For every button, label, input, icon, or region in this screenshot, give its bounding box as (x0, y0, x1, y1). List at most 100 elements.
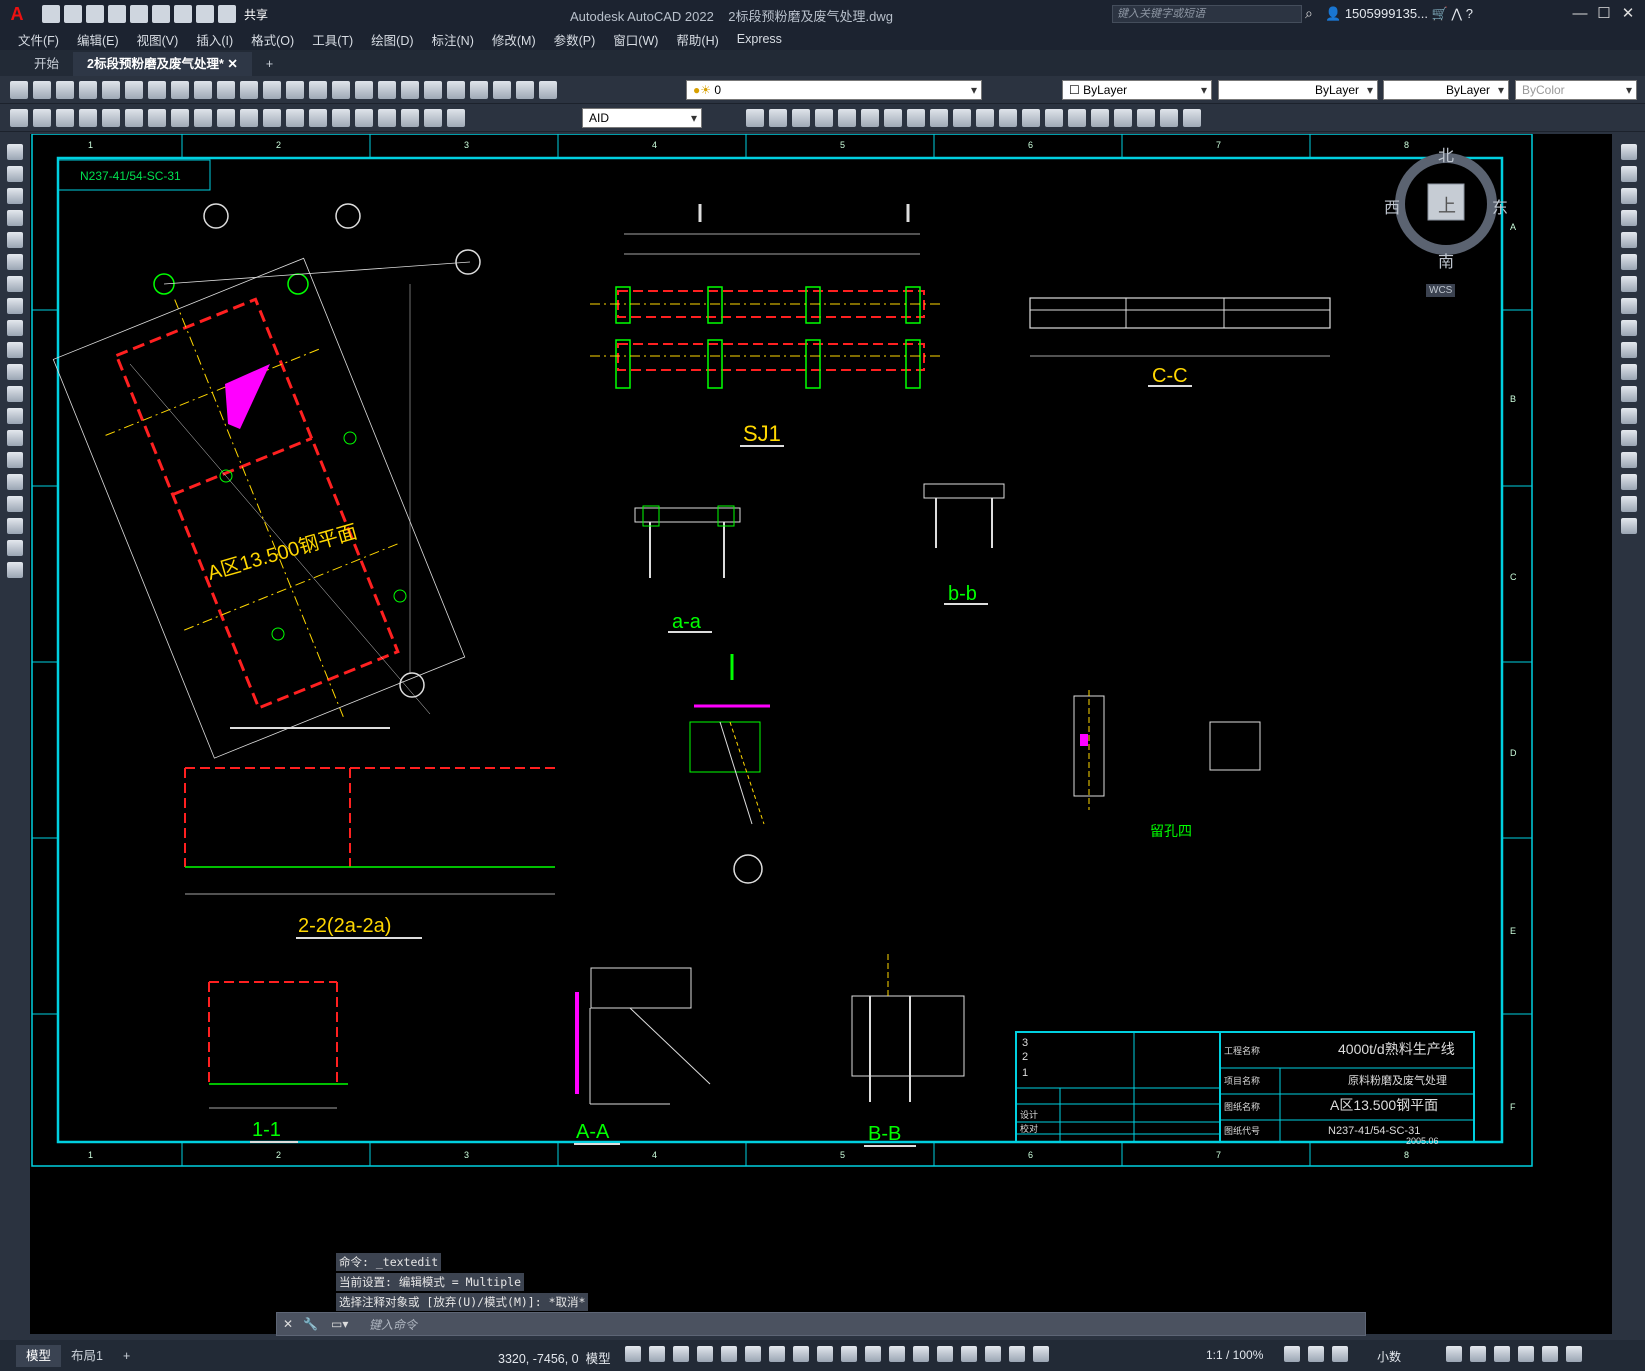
save-as-icon[interactable] (108, 5, 126, 23)
close-cmd-icon[interactable]: ✕ (283, 1317, 293, 1331)
dim-break-icon[interactable] (286, 108, 304, 127)
add-selected-icon[interactable] (7, 562, 23, 578)
undo-icon[interactable] (240, 80, 258, 99)
menu-dimension[interactable]: 标注(N) (432, 30, 474, 49)
dim-text-edit-icon[interactable] (424, 108, 442, 127)
move-icon[interactable] (861, 108, 879, 127)
gradient-icon[interactable] (7, 474, 23, 490)
selection-cycle-icon[interactable] (865, 1346, 881, 1362)
isodraft-icon[interactable] (745, 1346, 761, 1362)
snap-icon[interactable] (649, 1346, 665, 1362)
region-icon[interactable] (7, 496, 23, 512)
fillet-icon[interactable] (1620, 474, 1637, 490)
space-mode[interactable]: 模型 (586, 1352, 611, 1366)
autocad-logo-icon[interactable]: A (6, 3, 28, 25)
center-mark-icon[interactable] (332, 108, 350, 127)
paste-icon[interactable] (194, 80, 212, 99)
layer-dropdown[interactable]: ●☀ 0 (686, 80, 982, 100)
menu-edit[interactable]: 编辑(E) (77, 30, 119, 49)
revcloud-icon[interactable] (7, 298, 23, 314)
menu-parameter[interactable]: 参数(P) (554, 30, 596, 49)
arc-icon[interactable] (7, 254, 23, 270)
annotation-scale[interactable]: 1:1 / 100% (1206, 1348, 1263, 1362)
spline-icon[interactable] (7, 320, 23, 336)
stretch-icon[interactable] (930, 108, 948, 127)
jogged-dim-icon[interactable] (125, 108, 143, 127)
preview-icon[interactable] (102, 80, 120, 99)
text-style-dropdown[interactable]: AID (582, 108, 702, 128)
attdef-icon[interactable] (1160, 108, 1178, 127)
clean-screen-icon[interactable] (1542, 1346, 1558, 1362)
dynamic-ucs-icon[interactable] (913, 1346, 929, 1362)
menu-express[interactable]: Express (737, 32, 782, 46)
break-point-icon[interactable] (1620, 386, 1637, 402)
command-line[interactable]: ✕ 🔧 ▭▾ 键入命令 (276, 1312, 1366, 1336)
lineweight-icon[interactable] (817, 1346, 833, 1362)
menu-insert[interactable]: 插入(I) (196, 30, 233, 49)
save-icon[interactable] (56, 80, 74, 99)
insert-block-icon[interactable] (7, 386, 23, 402)
close-tab-icon[interactable]: ✕ (227, 57, 237, 71)
annotation-monitor-icon[interactable] (1332, 1346, 1348, 1362)
compass-west[interactable]: 西 (1384, 194, 1400, 218)
osnap-icon[interactable] (793, 1346, 809, 1362)
open-web-icon[interactable] (130, 5, 148, 23)
add-layout-button[interactable]: + (113, 1345, 140, 1367)
rotate-icon[interactable] (884, 108, 902, 127)
diameter-dim-icon[interactable] (148, 108, 166, 127)
customize-icon[interactable] (1566, 1346, 1582, 1362)
viewcube[interactable]: 北 南 东 西 上 WCS (1384, 144, 1508, 297)
copy-icon[interactable] (171, 80, 189, 99)
close-icon[interactable]: ✕ (1618, 4, 1638, 24)
new-tab-button[interactable]: + (252, 52, 287, 76)
scale-icon[interactable] (1620, 298, 1637, 314)
autodesk-icon[interactable]: ⋀ (1451, 6, 1462, 21)
maximize-icon[interactable]: ☐ (1594, 4, 1614, 24)
menu-help[interactable]: 帮助(H) (676, 30, 718, 49)
trim-icon[interactable] (953, 108, 971, 127)
save-web-icon[interactable] (152, 5, 170, 23)
mtext-icon[interactable] (7, 540, 23, 556)
transparency-icon[interactable] (841, 1346, 857, 1362)
tab-document[interactable]: 2标段预粉磨及废气处理* ✕ (73, 52, 252, 76)
jogged-linear-icon[interactable] (378, 108, 396, 127)
erase-icon[interactable] (746, 108, 764, 127)
plotstyle-dropdown[interactable]: ByColor (1515, 80, 1637, 100)
otrack-icon[interactable] (769, 1346, 785, 1362)
pan-icon[interactable] (286, 80, 304, 99)
scale-icon[interactable] (907, 108, 925, 127)
help-icon[interactable]: ? (1466, 6, 1473, 21)
match-prop-icon[interactable] (217, 80, 235, 99)
share-button[interactable]: 共享 (244, 6, 268, 23)
selection-filter-icon[interactable] (937, 1346, 953, 1362)
break-icon[interactable] (1620, 408, 1637, 424)
layer-props-icon[interactable] (539, 80, 557, 99)
insert-icon[interactable] (1137, 108, 1155, 127)
break-icon[interactable] (999, 108, 1017, 127)
line-icon[interactable] (7, 144, 23, 160)
drawing-canvas[interactable]: 1 2 3 4 5 6 7 8 1 2 3 4 5 6 7 8 A B C D (30, 134, 1612, 1334)
arc-dim-icon[interactable] (56, 108, 74, 127)
menu-modify[interactable]: 修改(M) (492, 30, 536, 49)
open-icon[interactable] (64, 5, 82, 23)
menu-view[interactable]: 视图(V) (137, 30, 179, 49)
menu-window[interactable]: 窗口(W) (613, 30, 658, 49)
gizmo-icon[interactable] (961, 1346, 977, 1362)
plot-icon[interactable] (174, 5, 192, 23)
join-icon[interactable] (1022, 108, 1040, 127)
ortho-icon[interactable] (697, 1346, 713, 1362)
fillet-icon[interactable] (1068, 108, 1086, 127)
extend-icon[interactable] (1620, 364, 1637, 380)
point-icon[interactable] (7, 430, 23, 446)
zoom-prev-icon[interactable] (355, 80, 373, 99)
undo-icon[interactable] (196, 5, 214, 23)
dim-edit-icon[interactable] (401, 108, 419, 127)
menu-file[interactable]: 文件(F) (18, 30, 59, 49)
color-dropdown[interactable]: ☐ ByLayer (1062, 80, 1212, 100)
zoom-icon[interactable] (309, 80, 327, 99)
aligned-dim-icon[interactable] (33, 108, 51, 127)
polar-icon[interactable] (721, 1346, 737, 1362)
array-icon[interactable] (1620, 232, 1637, 248)
properties-icon[interactable] (378, 80, 396, 99)
group-icon[interactable] (1183, 108, 1201, 127)
